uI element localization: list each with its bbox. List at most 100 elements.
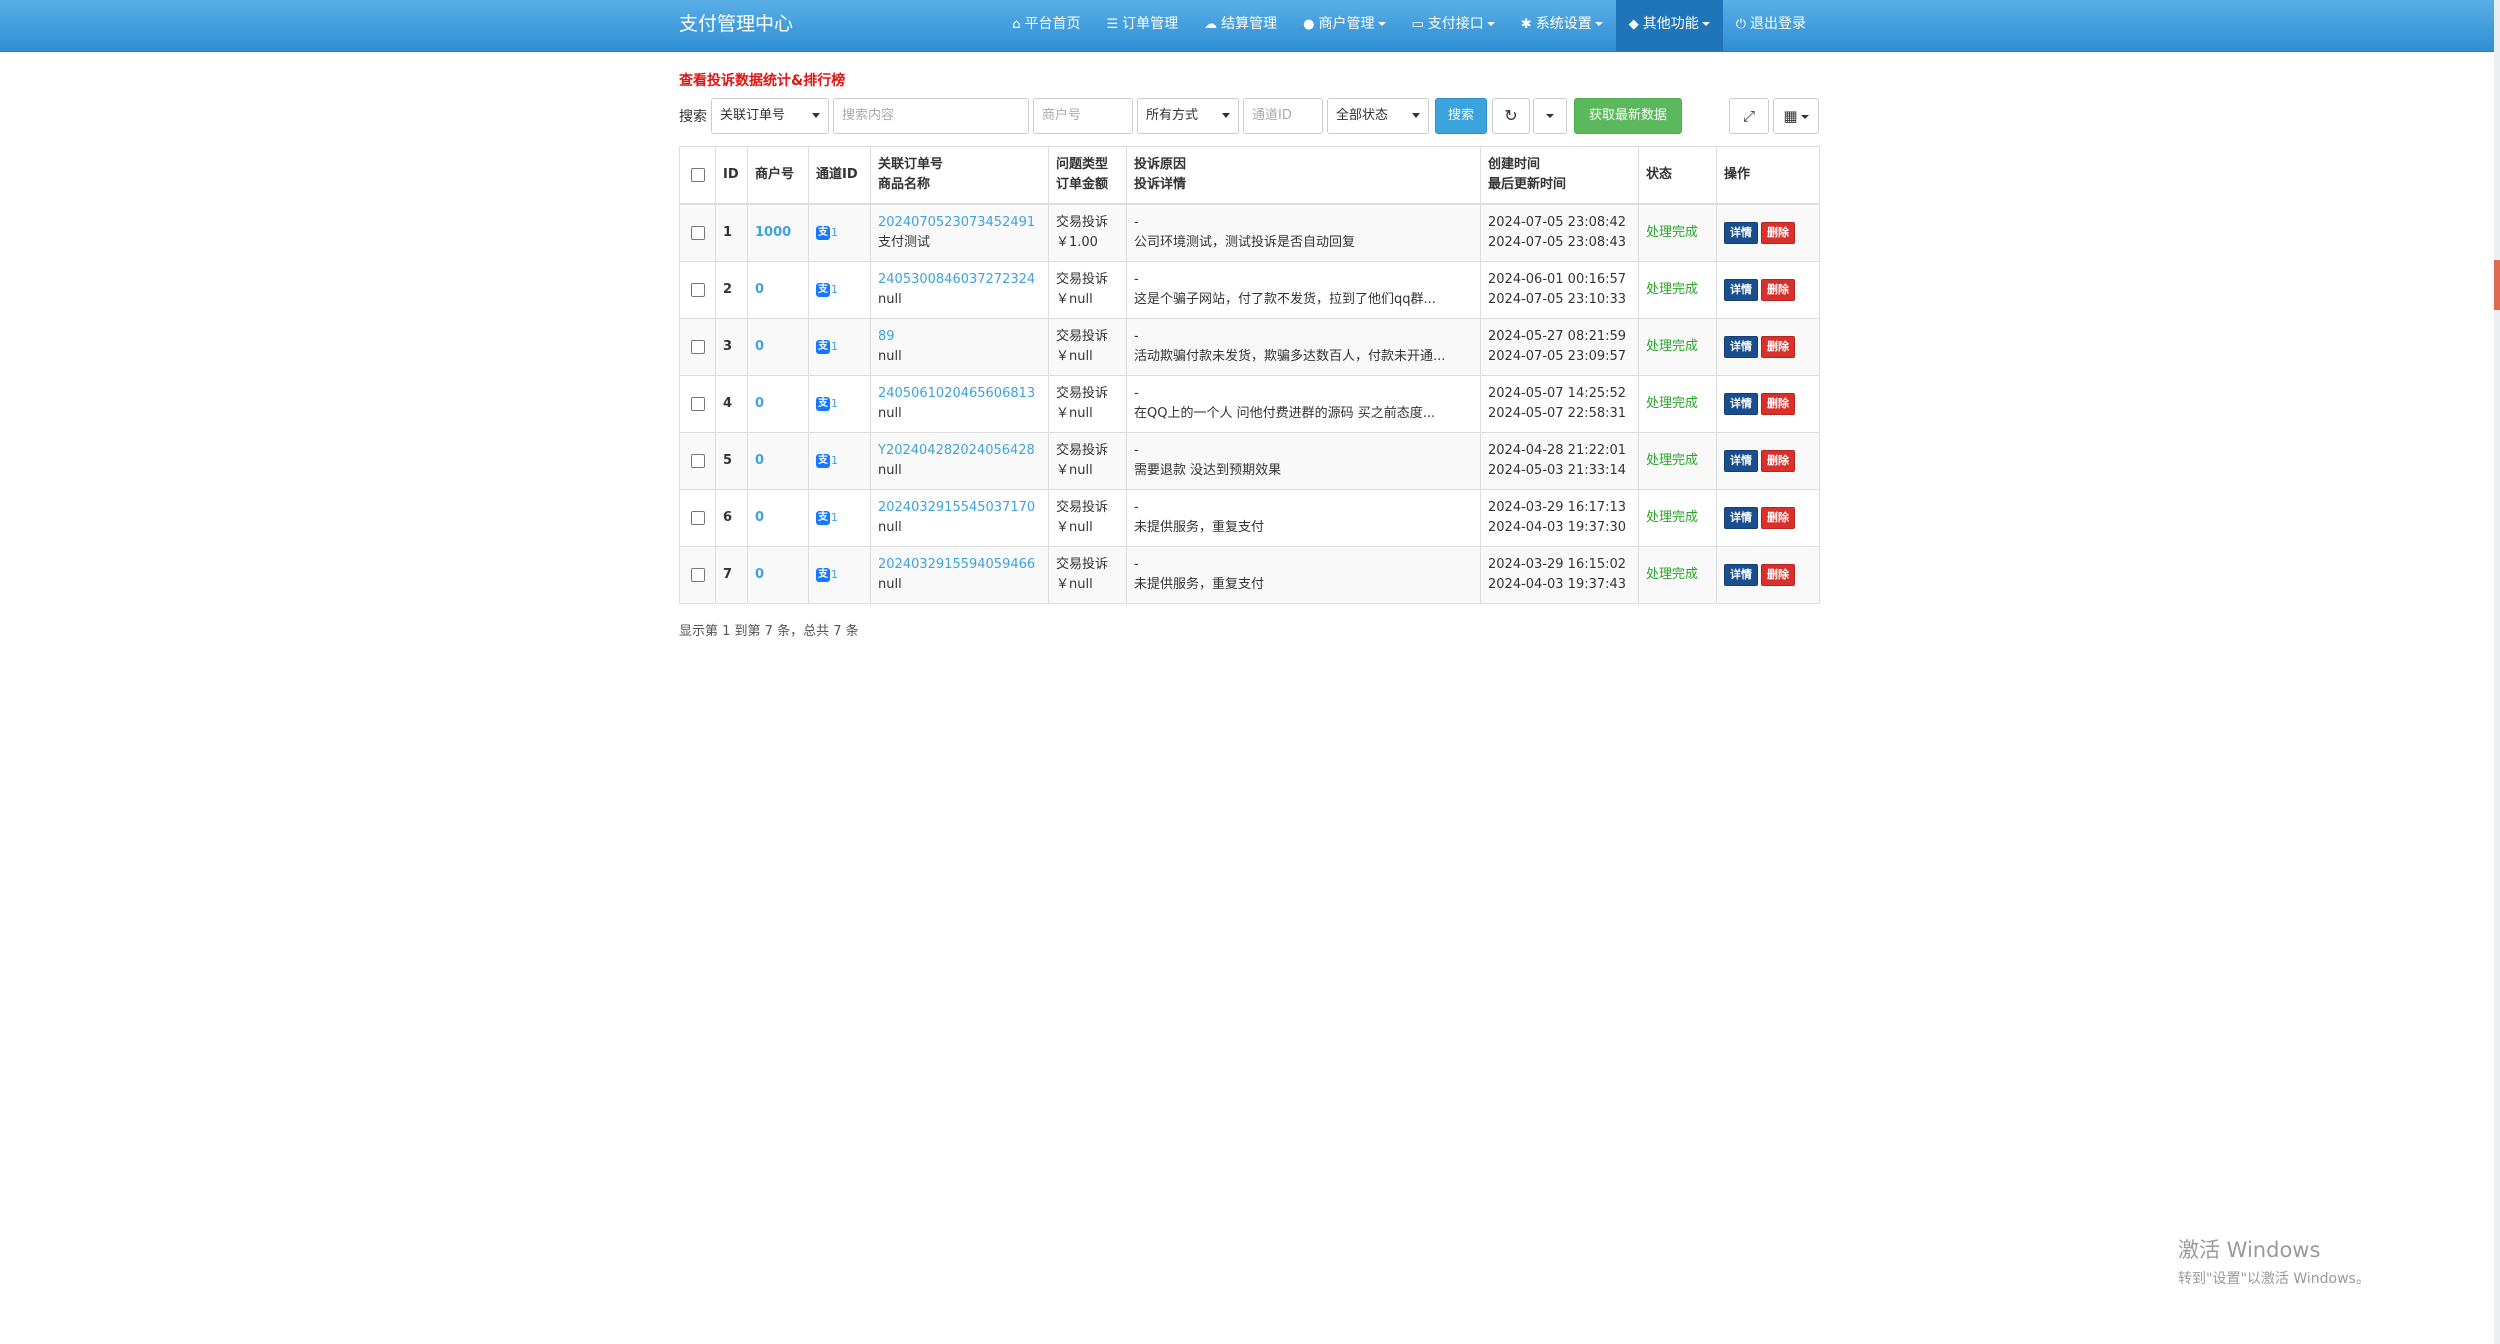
- row-checkbox[interactable]: [690, 396, 705, 411]
- delete-button[interactable]: 删除: [1761, 564, 1795, 586]
- row-checkbox[interactable]: [690, 225, 705, 240]
- created-time: 2024-05-27 08:21:59: [1488, 329, 1627, 344]
- refresh-icon[interactable]: ↻: [1492, 98, 1530, 134]
- row-checkbox[interactable]: [690, 567, 705, 582]
- alipay-icon: 支: [816, 225, 830, 240]
- select-all-checkbox[interactable]: [690, 167, 705, 182]
- delete-button[interactable]: 删除: [1761, 336, 1795, 358]
- watermark-title: 激活 Windows: [2178, 1238, 2321, 1262]
- nav-item-other-functions[interactable]: ◆ 其他功能: [1615, 0, 1723, 51]
- nav-item-logout[interactable]: ⏻ 退出登录: [1723, 0, 1819, 51]
- col-time[interactable]: 创建时间 最后更新时间: [1480, 146, 1639, 205]
- row-checkbox[interactable]: [690, 510, 705, 525]
- order-number-link[interactable]: 89: [878, 327, 1041, 347]
- nav-item-system-settings[interactable]: ✱ 系统设置: [1508, 0, 1616, 51]
- channel-id-input[interactable]: 通道ID: [1243, 98, 1323, 134]
- merchant-link[interactable]: 0: [755, 510, 764, 525]
- payment-method-select[interactable]: 所有方式: [1137, 98, 1239, 134]
- channel-link[interactable]: 1: [831, 340, 838, 353]
- col-status[interactable]: 状态: [1638, 146, 1717, 205]
- row-channel-cell: 支1: [808, 489, 871, 547]
- merchant-link[interactable]: 0: [755, 396, 764, 411]
- complaint-detail: 公司环境测试，测试投诉是否自动回复: [1134, 235, 1356, 250]
- channel-link[interactable]: 1: [831, 511, 838, 524]
- status-select[interactable]: 全部状态: [1327, 98, 1429, 134]
- row-type-cell: 交易投诉 ￥null: [1048, 375, 1127, 433]
- channel-link[interactable]: 1: [831, 283, 838, 296]
- nav-item-home[interactable]: ⌂ 平台首页: [999, 0, 1093, 51]
- order-number-link[interactable]: 2024070523073452491: [878, 213, 1041, 233]
- order-number-link[interactable]: Y202404282024056428: [878, 441, 1041, 461]
- nav-label: 支付接口: [1427, 16, 1484, 32]
- order-number-link[interactable]: 2024032915594059466: [878, 555, 1041, 575]
- search-field-select[interactable]: 关联订单号: [711, 98, 829, 134]
- col-type[interactable]: 问题类型 订单金额: [1048, 146, 1127, 205]
- row-reason-cell: - 公司环境测试，测试投诉是否自动回复: [1126, 203, 1481, 262]
- detail-button[interactable]: 详情: [1724, 393, 1758, 415]
- row-checkbox[interactable]: [690, 339, 705, 354]
- row-checkbox[interactable]: [690, 282, 705, 297]
- channel-link[interactable]: 1: [831, 454, 838, 467]
- channel-link[interactable]: 1: [831, 226, 838, 239]
- detail-button[interactable]: 详情: [1724, 564, 1758, 586]
- merchant-id-input[interactable]: 商户号: [1033, 98, 1133, 134]
- merchant-link[interactable]: 0: [755, 453, 764, 468]
- delete-button[interactable]: 删除: [1761, 507, 1795, 529]
- detail-button[interactable]: 详情: [1724, 336, 1758, 358]
- nav-item-settlement[interactable]: ☁ 结算管理: [1191, 0, 1290, 51]
- detail-button[interactable]: 详情: [1724, 450, 1758, 472]
- search-content-input[interactable]: 搜索内容: [833, 98, 1029, 134]
- col-id[interactable]: ID: [715, 146, 748, 205]
- delete-button[interactable]: 删除: [1761, 450, 1795, 472]
- merchant-link[interactable]: 0: [755, 567, 764, 582]
- order-number-link[interactable]: 2405300846037272324: [878, 270, 1041, 290]
- row-type-cell: 交易投诉 ￥null: [1048, 261, 1127, 319]
- detail-button[interactable]: 详情: [1724, 279, 1758, 301]
- merchant-link[interactable]: 1000: [755, 225, 791, 240]
- fullscreen-icon[interactable]: ⤢: [1729, 98, 1769, 134]
- row-time-cell: 2024-03-29 16:15:02 2024-04-03 19:37:43: [1480, 546, 1639, 604]
- brand-title[interactable]: 支付管理中心: [679, 0, 793, 51]
- complaint-stats-link[interactable]: 查看投诉数据统计&排行榜: [679, 70, 845, 90]
- search-button[interactable]: 搜索: [1435, 98, 1487, 134]
- row-channel-cell: 支1: [808, 432, 871, 490]
- side-scrollbar[interactable]: [2494, 0, 2500, 1344]
- merchant-link[interactable]: 0: [755, 282, 764, 297]
- list-icon: ☰: [1106, 17, 1119, 32]
- detail-button[interactable]: 详情: [1724, 222, 1758, 244]
- order-number-link[interactable]: 2405061020465606813: [878, 384, 1041, 404]
- delete-button[interactable]: 删除: [1761, 393, 1795, 415]
- nav-item-merchants[interactable]: ● 商户管理: [1290, 0, 1398, 51]
- row-actions-cell: 详情 删除: [1716, 203, 1820, 262]
- complaint-detail: 活动欺骗付款未发货，欺骗多达数百人，付款未开通...: [1134, 349, 1446, 364]
- row-reason-cell: - 未提供服务，重复支付: [1126, 546, 1481, 604]
- row-type-cell: 交易投诉 ￥null: [1048, 318, 1127, 376]
- nav-item-orders[interactable]: ☰ 订单管理: [1094, 0, 1192, 51]
- row-checkbox[interactable]: [690, 453, 705, 468]
- delete-button[interactable]: 删除: [1761, 279, 1795, 301]
- col-order[interactable]: 关联订单号 商品名称: [870, 146, 1049, 205]
- fetch-latest-data-button[interactable]: 获取最新数据: [1574, 98, 1682, 134]
- delete-button[interactable]: 删除: [1761, 222, 1795, 244]
- row-channel-cell: 支1: [808, 546, 871, 604]
- scrollbar-thumb[interactable]: [2494, 260, 2500, 310]
- product-name: null: [878, 349, 902, 364]
- row-merchant-cell: 0: [747, 318, 809, 376]
- channel-link[interactable]: 1: [831, 397, 838, 410]
- channel-link[interactable]: 1: [831, 568, 838, 581]
- row-order-cell: 2405061020465606813 null: [870, 375, 1049, 433]
- columns-toggle-button[interactable]: ▦: [1773, 98, 1819, 134]
- merchant-link[interactable]: 0: [755, 339, 764, 354]
- nav-item-payment-api[interactable]: ▭ 支付接口: [1399, 0, 1508, 51]
- product-name: null: [878, 292, 902, 307]
- order-amount: ￥1.00: [1056, 235, 1098, 250]
- col-channel[interactable]: 通道ID: [808, 146, 871, 205]
- complaint-type: 交易投诉: [1056, 557, 1109, 572]
- col-merchant[interactable]: 商户号: [747, 146, 809, 205]
- order-number-link[interactable]: 2024032915545037170: [878, 498, 1041, 518]
- col-reason[interactable]: 投诉原因 投诉详情: [1126, 146, 1481, 205]
- detail-button[interactable]: 详情: [1724, 507, 1758, 529]
- row-time-cell: 2024-04-28 21:22:01 2024-05-03 21:33:14: [1480, 432, 1639, 490]
- refresh-dropdown-button[interactable]: [1533, 98, 1567, 134]
- nav-label: 系统设置: [1535, 16, 1592, 32]
